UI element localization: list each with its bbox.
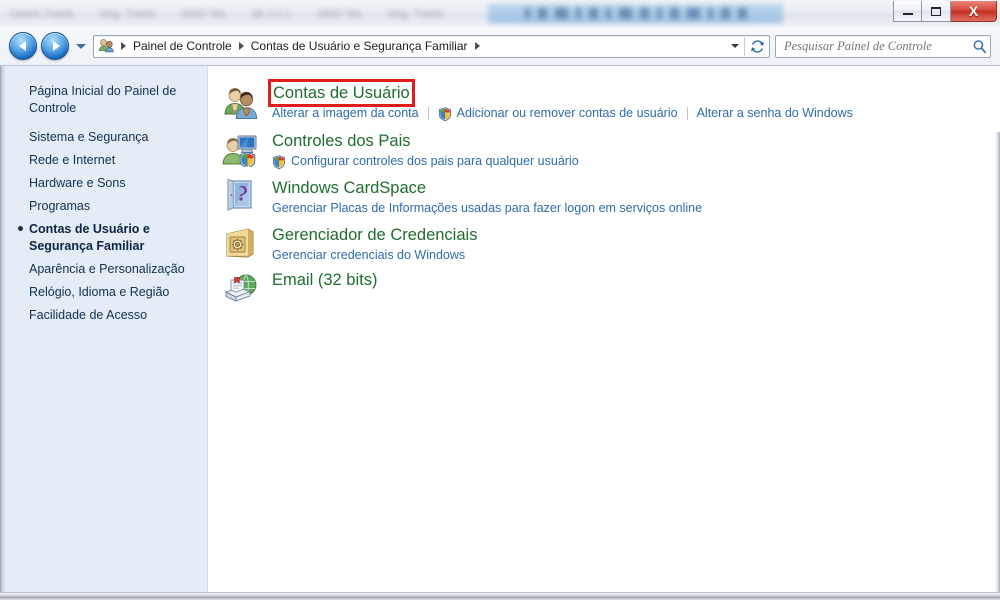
blurred-text-1: Ang. Transi (99, 8, 156, 20)
search-box[interactable] (775, 34, 991, 58)
category-links: Gerenciar Placas de Informações usadas p… (272, 200, 992, 216)
category-credential-manager: Gerenciador de Credenciais Gerenciar cre… (222, 225, 992, 263)
sidebar-item-appearance[interactable]: Aparência e Personalização (7, 258, 208, 281)
sidebar-item-label: Facilidade de Acesso (29, 308, 148, 322)
control-panel-icon (98, 38, 115, 54)
link-change-windows-password[interactable]: Alterar a senha do Windows (697, 105, 853, 121)
sidebar-item-hardware-sounds[interactable]: Hardware e Sons (7, 172, 208, 195)
breadcrumb-separator-1 (238, 42, 244, 50)
breadcrumb-item-user-accounts[interactable]: Contas de Usuário e Segurança Familiar (248, 39, 471, 53)
credential-manager-icon[interactable] (222, 225, 258, 261)
sidebar-item-label: Sistema e Segurança (29, 130, 149, 144)
category-links: Gerenciar credenciais do Windows (272, 247, 992, 263)
category-body: Email (32 bits) (272, 270, 992, 290)
minimize-button[interactable] (893, 1, 922, 22)
link-setup-parental-controls[interactable]: Configurar controles dos pais para qualq… (291, 153, 579, 169)
category-title-user-accounts[interactable]: Contas de Usuário (268, 79, 415, 107)
category-parental-controls: Controles dos Pais Configurar controles … (222, 131, 992, 170)
chevron-down-icon (75, 43, 86, 49)
forward-button[interactable] (41, 32, 69, 60)
link-manage-windows-credentials[interactable]: Gerenciar credenciais do Windows (272, 247, 465, 263)
search-icon[interactable] (968, 36, 990, 56)
sidebar-item-label: Aparência e Personalização (29, 262, 185, 276)
sidebar-item-system-security[interactable]: Sistema e Segurança (7, 126, 208, 149)
back-button[interactable] (9, 32, 37, 60)
blurred-title-text (488, 4, 783, 23)
search-input[interactable] (782, 35, 968, 57)
arrow-left-icon (18, 41, 26, 51)
window-body: Página Inicial do Painel de Controle Sis… (0, 66, 1000, 600)
user-accounts-icon[interactable] (222, 83, 258, 119)
window-left-edge (0, 66, 7, 592)
maximize-button[interactable] (922, 1, 951, 22)
content-area: Contas de Usuário Alterar a imagem da co… (208, 66, 1000, 592)
control-panel-window: Inserir Transi Ang. Transi 0000 Tes de 2… (0, 0, 1000, 600)
blurred-text-2: 0000 Tes (181, 8, 226, 20)
link-manage-information-cards[interactable]: Gerenciar Placas de Informações usadas p… (272, 200, 702, 216)
sidebar-item-label: Programas (29, 199, 91, 213)
category-title-credential-manager[interactable]: Gerenciador de Credenciais (272, 225, 477, 245)
window-controls: X (893, 1, 997, 25)
link-separator (427, 106, 429, 120)
blurred-text-3: de 2.2.1 (251, 8, 292, 20)
refresh-button[interactable] (745, 36, 769, 57)
uac-shield-icon (438, 107, 452, 122)
blurred-text-0: Inserir Transi (10, 8, 74, 20)
category-title-email[interactable]: Email (32 bits) (272, 270, 377, 290)
blurred-text-5: Ang. Transi (387, 8, 444, 20)
category-links: Configurar controles dos pais para qualq… (272, 153, 992, 170)
address-dropdown-button[interactable] (726, 36, 744, 57)
sidebar-item-label: Contas de Usuário e Segurança Familiar (29, 222, 150, 253)
close-button[interactable]: X (951, 1, 997, 22)
category-body: Contas de Usuário Alterar a imagem da co… (268, 79, 992, 122)
category-links: Alterar a imagem da conta Adicionar ou r… (272, 105, 992, 122)
breadcrumb-separator-0 (121, 42, 126, 50)
category-body: Windows CardSpace Gerenciar Placas de In… (272, 178, 992, 216)
sidebar: Página Inicial do Painel de Controle Sis… (7, 66, 208, 592)
sidebar-nav-list: Página Inicial do Painel de Controle Sis… (7, 80, 208, 327)
sidebar-item-label: Rede e Internet (29, 153, 116, 167)
minimize-icon (902, 13, 913, 15)
category-title-parental-controls[interactable]: Controles dos Pais (272, 131, 411, 151)
link-change-account-picture[interactable]: Alterar a imagem da conta (272, 105, 419, 121)
maximize-icon (931, 6, 941, 16)
sidebar-item-clock-language[interactable]: Relógio, Idioma e Região (7, 281, 208, 304)
refresh-icon (750, 39, 764, 53)
sidebar-item-label: Relógio, Idioma e Região (29, 285, 170, 299)
sidebar-item-programs[interactable]: Programas (7, 195, 208, 218)
window-right-edge (995, 132, 1000, 600)
blurred-background-text-left: Inserir Transi Ang. Transi 0000 Tes de 2… (10, 5, 470, 23)
breadcrumb-separator-2 (474, 42, 480, 50)
category-body: Controles dos Pais Configurar controles … (272, 131, 992, 170)
cardspace-icon[interactable] (222, 178, 258, 214)
sidebar-item-ease-of-access[interactable]: Facilidade de Acesso (7, 304, 208, 327)
category-body: Gerenciador de Credenciais Gerenciar cre… (272, 225, 992, 263)
recent-pages-button[interactable] (74, 43, 87, 49)
link-add-remove-user-accounts[interactable]: Adicionar ou remover contas de usuário (457, 105, 678, 121)
category-cardspace: Windows CardSpace Gerenciar Placas de In… (222, 178, 992, 216)
title-bar: Inserir Transi Ang. Transi 0000 Tes de 2… (0, 0, 1000, 28)
sidebar-item-user-accounts[interactable]: Contas de Usuário e Segurança Familiar (7, 218, 208, 258)
navigation-bar: Painel de Controle Contas de Usuário e S… (0, 27, 1000, 66)
sidebar-item-network-internet[interactable]: Rede e Internet (7, 149, 208, 172)
blurred-text-4: 0000 Tes (317, 8, 362, 20)
breadcrumb-item-control-panel[interactable]: Painel de Controle (130, 39, 235, 53)
uac-shield-icon (272, 155, 286, 170)
category-title-cardspace[interactable]: Windows CardSpace (272, 178, 426, 198)
arrow-right-icon (52, 41, 60, 51)
category-email: Email (32 bits) (222, 270, 992, 302)
sidebar-item-label: Página Inicial do Painel de Controle (29, 84, 177, 115)
category-user-accounts: Contas de Usuário Alterar a imagem da co… (222, 79, 992, 122)
address-bar[interactable]: Painel de Controle Contas de Usuário e S… (93, 34, 770, 58)
link-separator (686, 106, 688, 120)
parental-controls-icon[interactable] (222, 131, 258, 169)
sidebar-item-home[interactable]: Página Inicial do Painel de Controle (7, 80, 208, 126)
sidebar-item-label: Hardware e Sons (29, 176, 126, 190)
email-icon[interactable] (222, 270, 258, 306)
close-icon: X (968, 3, 979, 19)
chevron-down-icon (731, 44, 739, 48)
selected-bullet-icon (18, 226, 23, 231)
window-bottom-edge (0, 592, 1000, 600)
